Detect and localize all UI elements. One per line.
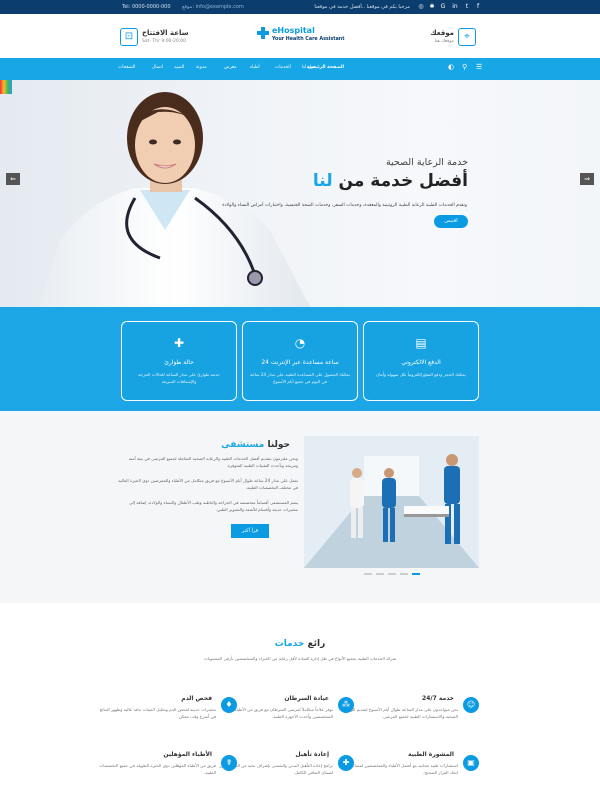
header [0, 14, 600, 58]
service-card-24h[interactable]: ◔ 24 ساعة مساعدة عبر الإنترنت يمكنك الحص… [242, 321, 358, 401]
facebook-icon[interactable]: f [474, 3, 482, 11]
hero-slider [0, 80, 600, 307]
nav-item-doctors[interactable]: أطباء [250, 65, 260, 70]
hero-subtitle: خدمة الرعاية الصحية [385, 157, 468, 168]
clock-24-icon: ◔ [294, 336, 306, 350]
wallet-card-icon: ▤ [415, 336, 427, 350]
topbar-phone: Tel: 0000-0000-000 [122, 4, 171, 10]
book-icon: ▣ [463, 755, 479, 771]
features-subtitle: شركة الخدمات الطبية بجميع الأنواع في ظل … [203, 656, 397, 661]
nurse-icon: ☤ [221, 755, 237, 771]
instagram-icon[interactable]: ◎ [417, 3, 425, 11]
feature-desc: استشارات طبية مجانية مع أفضل الأطباء وال… [338, 763, 458, 775]
carousel-dot[interactable] [388, 573, 396, 575]
hero-description: ونقدم الخدمات الطبية الرعاية الطبية الرو… [222, 203, 467, 208]
blood-drop-icon: ♦ [221, 697, 237, 713]
about-paragraph-3: يضم المستشفى أقساماً متخصصة في الجراحة و… [128, 500, 298, 512]
about-paragraph-1: ونحن ملتزمون بتقديم أفضل الخدمات الطبية … [128, 456, 298, 468]
doctor-photo [40, 92, 310, 307]
nav-item-about[interactable]: حول لنا [302, 65, 316, 70]
topbar-welcome: مرحبا بكم في موقعنا ..أفضل خدمة في موقعن… [314, 4, 410, 10]
feature-title: المشورة الطبية [408, 751, 454, 758]
feature-title: عيادة السرطان [284, 695, 329, 702]
hours-text: Sat- Thr 9:00-20:00 [142, 39, 187, 44]
feature-desc: نحن متواجدون على مدار الساعة طوال أيام ا… [343, 707, 458, 719]
about-paragraph-2: نعمل على مدار 24 ساعة طوال أيام الأسبوع … [118, 478, 298, 490]
nav-item-contact[interactable]: اتصال [152, 65, 163, 70]
features-title: رائع خدمات [0, 639, 600, 649]
clock-box-icon: ⊡ [120, 28, 138, 46]
nav-item-blog[interactable]: مدونة [196, 65, 207, 70]
top-bar: Tel: 0000-0000-000 موقع: info@example.co… [0, 0, 600, 14]
twitter-icon[interactable]: t [463, 3, 471, 11]
features-title-highlight: خدمات [274, 639, 305, 649]
about-title: حولنا مستشفى [221, 440, 290, 450]
service-desc: خدمة طوارئ على مدار الساعة للحالات الحرج… [138, 372, 220, 384]
carousel-dot[interactable] [376, 573, 384, 575]
service-title: 24 ساعة مساعدة عبر الإنترنت [261, 359, 339, 366]
logo-name[interactable]: eHospital [272, 26, 315, 35]
menu-icon[interactable]: ☰ [476, 63, 482, 71]
hero-title-main: أفضل خدمة من [338, 171, 468, 191]
service-desc: يمكنك الحجز ودفع المبلغ إلكترونياً بكل س… [376, 372, 466, 377]
services-strip: ▤ الدفع الالكتروني يمكنك الحجز ودفع المب… [0, 307, 600, 411]
features-title-main: رائع [307, 639, 326, 649]
service-title: الدفع الالكتروني [401, 359, 441, 366]
carousel-dot-active[interactable] [412, 573, 420, 575]
about-title-highlight: مستشفى [221, 440, 265, 450]
feature-desc: مختبرات حديثة لفحص الدم وتحليل العينات ب… [99, 707, 216, 719]
feature-title: فحص الدم [181, 695, 212, 702]
feature-desc: فريق من الأطباء المؤهلين ذوي الخبرة الطو… [99, 763, 216, 775]
nav-item-gallery[interactable]: معرض [224, 65, 237, 70]
carousel-dot[interactable] [364, 573, 372, 575]
nav-item-shop[interactable]: الصيد [174, 65, 184, 70]
lifebuoy-icon: ✚ [338, 755, 354, 771]
feature-title: الأطباء المؤهلين [163, 751, 212, 758]
service-card-emergency[interactable]: ✚ حالة طوارئ خدمة طوارئ على مدار الساعة … [121, 321, 237, 401]
doctor-icon: ☺ [463, 697, 479, 713]
main-nav: ☰ ⚲ ◐ الصفحة الرئيسية حول لنا الخدمات أط… [0, 58, 600, 80]
hero-title-highlight: لنا [312, 171, 333, 191]
logo-tagline: Your Health Care Assistant [272, 37, 345, 42]
topbar-email: موقع: info@example.com [182, 4, 244, 10]
about-title-main: حولنا [267, 440, 290, 450]
service-desc: يمكنك الحصول على المساعدة الطبية على مدا… [250, 372, 350, 384]
about-section [0, 411, 600, 603]
ambulance-icon: ✚ [173, 336, 185, 350]
user-icon[interactable]: ◐ [448, 63, 454, 71]
hospital-corridor-photo [304, 436, 479, 568]
hero-quote-button[interactable]: اقتبس [434, 215, 468, 228]
location-pin-icon: ⌖ [458, 28, 476, 46]
medical-cross-icon[interactable] [257, 27, 269, 39]
color-switcher-icon[interactable] [0, 80, 12, 94]
google-plus-icon[interactable]: G [439, 3, 447, 11]
location-title: موقعك [430, 29, 454, 37]
location-text: موقعك هنا [434, 39, 454, 44]
nav-item-services[interactable]: الخدمات [275, 65, 291, 70]
feature-title: 24/7 خدمة [422, 695, 454, 702]
linkedin-icon[interactable]: in [451, 3, 459, 11]
carousel-dot[interactable] [400, 573, 408, 575]
slider-next-button[interactable]: ⇒ [580, 173, 594, 185]
service-title: حالة طوارئ [164, 359, 194, 366]
slider-prev-button[interactable]: ⇐ [6, 173, 20, 185]
hero-title: أفضل خدمة من لنا [313, 171, 468, 191]
feature-title: إعادة تأهيل [295, 751, 329, 758]
settings-icon[interactable]: ✱ [428, 3, 436, 11]
molecule-icon: ⁂ [338, 697, 354, 713]
cart-icon[interactable]: ⚲ [462, 63, 467, 71]
read-more-button[interactable]: قرأ أكثر [231, 524, 269, 538]
service-card-payment[interactable]: ▤ الدفع الالكتروني يمكنك الحجز ودفع المب… [363, 321, 479, 401]
nav-item-pages[interactable]: الصفحات [118, 65, 135, 70]
hours-title: ساعة الافتتاح [142, 29, 189, 37]
